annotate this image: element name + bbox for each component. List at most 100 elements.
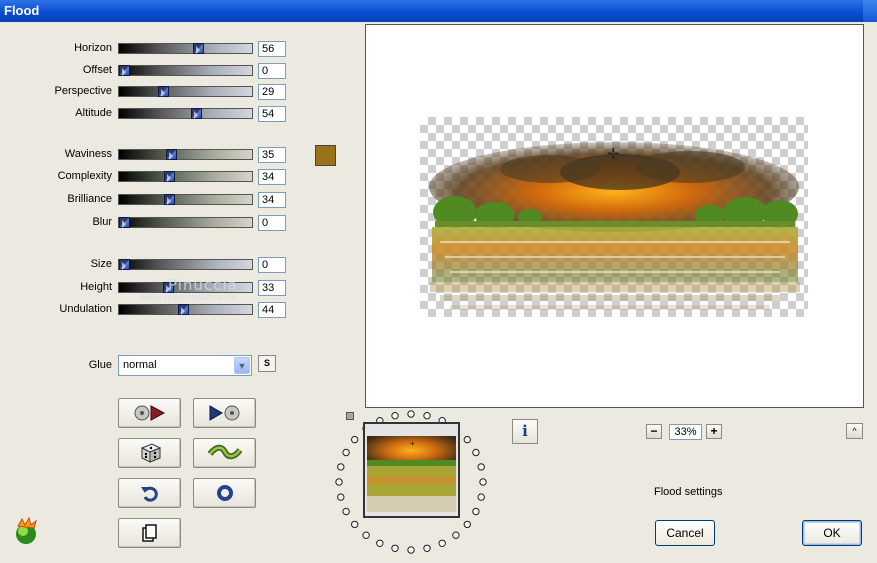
dial-dot [335,478,343,486]
slider-track[interactable] [118,304,253,315]
slider-thumb[interactable] [166,149,177,160]
wave-button[interactable] [193,438,256,468]
dial-dot [376,539,384,548]
slider-row-horizon: Horizon 56 [0,40,290,58]
slider-value-input[interactable]: 34 [258,192,286,208]
slider-track[interactable] [118,217,253,228]
slider-label: Undulation [59,303,112,315]
slider-label: Altitude [75,107,112,119]
preset-load-button[interactable] [118,398,181,428]
slider-label: Offset [82,64,112,76]
slider-value-input[interactable]: 54 [258,106,286,122]
slider-track[interactable] [118,259,253,270]
slider-row-altitude: Altitude 54 [0,105,290,123]
slider-thumb[interactable] [178,304,189,315]
info-button[interactable]: i [512,419,538,444]
slider-thumb[interactable] [119,259,130,270]
navigator-handle[interactable] [346,412,354,420]
slider-value-input[interactable]: 0 [258,257,286,273]
slider-label: Complexity [57,170,112,182]
zoom-out-button[interactable]: − [646,424,662,439]
dial-dot [391,544,399,553]
copy-button[interactable] [118,518,181,548]
title-bar: Flood [0,0,877,22]
dial-dot [477,493,485,501]
navigator-thumbnail[interactable]: + [363,422,460,518]
crosshair-icon[interactable]: ✛ [607,147,620,162]
dial-dot [337,493,345,501]
slider-row-blur: Blur 0 [0,214,290,232]
random-button[interactable] [118,438,181,468]
title-bar-edge [863,0,877,22]
dial-dot [342,448,350,457]
slider-value-input[interactable]: 56 [258,41,286,57]
slider-thumb[interactable] [164,171,175,182]
glue-select[interactable]: normal ▼ [118,355,252,376]
undo-icon [140,486,158,502]
slider-row-complexity: Complexity 34 [0,168,290,186]
preset-save-button[interactable] [193,398,256,428]
chevron-down-icon[interactable]: ▼ [234,357,250,374]
slider-track[interactable] [118,108,253,119]
slider-track[interactable] [118,194,253,205]
dial-dot [472,448,480,457]
slider-row-perspective: Perspective 29 [0,83,290,101]
dial-dot [342,507,350,516]
slider-row-height: Height 33 [0,279,290,297]
slider-value-input[interactable]: 34 [258,169,286,185]
slider-thumb[interactable] [119,65,130,76]
dial-dot [337,463,345,471]
dial-dot [452,531,460,539]
dial-dot [472,507,480,516]
dial-dot [423,544,431,553]
thumbnail-graphic: + [365,424,458,516]
slider-track[interactable] [118,43,253,54]
slider-thumb[interactable] [119,217,130,228]
preview-panel[interactable]: ✛ [365,24,864,408]
slider-label: Perspective [54,85,112,97]
slider-track[interactable] [118,171,253,182]
slider-track[interactable] [118,282,253,293]
ok-button[interactable]: OK [802,520,862,546]
slider-value-input[interactable]: 0 [258,63,286,79]
collapse-button[interactable]: ^ [846,423,863,439]
copy-icon [141,524,157,542]
slider-label: Size [90,258,112,270]
dial-dot [438,539,446,548]
zoom-in-button[interactable]: + [706,424,722,439]
slider-row-waviness: Waviness 35 [0,146,290,164]
slider-row-size: Size 0 [0,256,290,274]
slider-thumb[interactable] [191,108,202,119]
flood-color-swatch[interactable] [315,145,336,166]
slider-value-input[interactable]: 0 [258,215,286,231]
glue-s-button[interactable]: S [258,355,276,372]
dial-dot [407,546,415,554]
slider-track[interactable] [118,86,253,97]
reset-button[interactable] [193,478,256,508]
slider-value-input[interactable]: 44 [258,302,286,318]
cancel-button[interactable]: Cancel [655,520,715,546]
dial-dot [463,435,472,444]
slider-label: Waviness [64,148,112,160]
dial-dot [463,520,472,529]
slider-thumb[interactable] [164,194,175,205]
slider-thumb[interactable] [193,43,204,54]
dial-dot [351,435,359,444]
slider-label: Horizon [74,42,112,54]
slider-thumb[interactable] [158,86,169,97]
slider-label: Height [80,281,112,293]
slider-value-input[interactable]: 29 [258,84,286,100]
slider-thumb[interactable] [163,282,174,293]
slider-label: Brilliance [67,193,112,205]
slider-row-undulation: Undulation 44 [0,301,290,319]
glue-label: Glue [88,359,112,371]
slider-track[interactable] [118,65,253,76]
dial-dot [351,520,359,529]
slider-track[interactable] [118,149,253,160]
random-dice-icon [140,443,161,463]
slider-value-input[interactable]: 35 [258,147,286,163]
slider-value-input[interactable]: 33 [258,280,286,296]
undo-button[interactable] [118,478,181,508]
zoom-level: 33% [669,424,702,440]
preview-image[interactable]: ✛ [420,117,808,317]
